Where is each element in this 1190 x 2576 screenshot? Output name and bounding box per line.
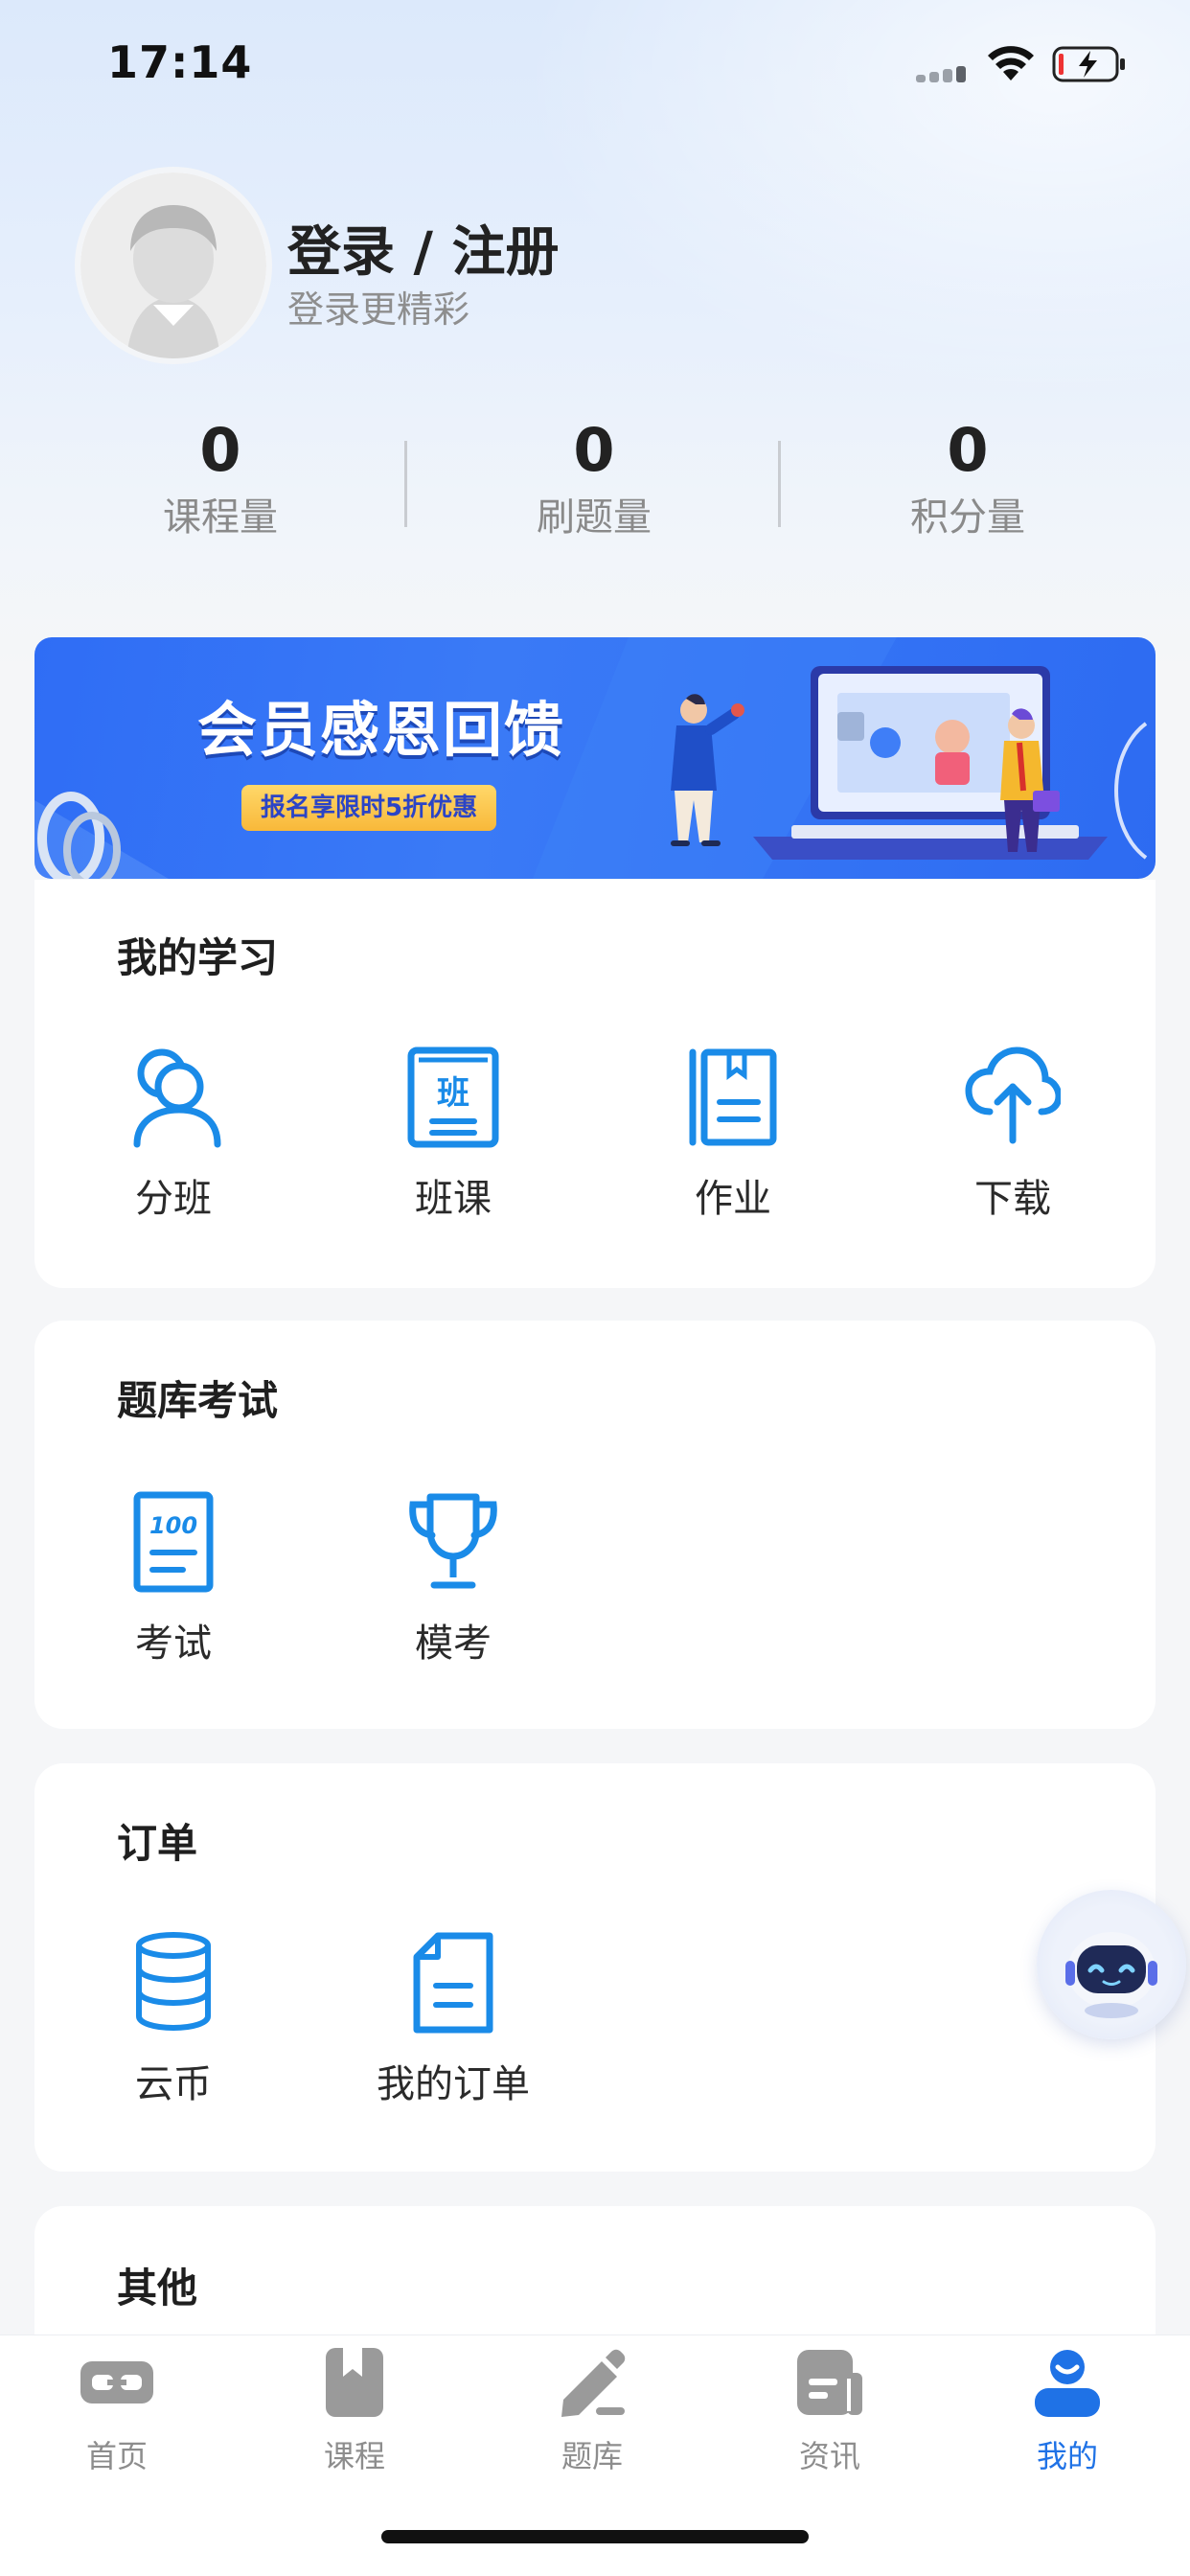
grid-item-kaoshi[interactable]: 100 考试 bbox=[78, 1489, 269, 1668]
wifi-icon bbox=[988, 46, 1034, 80]
home-link-icon bbox=[80, 2361, 153, 2404]
bookmark-icon bbox=[326, 2348, 383, 2417]
grid-item-banke[interactable]: 班 班课 bbox=[357, 1045, 549, 1223]
tab-label: 我的 bbox=[1036, 2438, 1098, 2474]
exam-paper-icon: 100 bbox=[133, 1491, 214, 1593]
grid-item-xiazai[interactable]: 下载 bbox=[917, 1045, 1109, 1223]
exam-card: 题库考试 100 考试 模考 bbox=[34, 1321, 1156, 1729]
coin-stack-icon bbox=[136, 1932, 211, 2032]
class-book-icon: 班 bbox=[407, 1046, 499, 1148]
cloud-upload-icon bbox=[965, 1046, 1061, 1144]
stat-value: 0 bbox=[199, 415, 241, 485]
login-subtitle: 登录更精彩 bbox=[287, 288, 470, 331]
grid-item-zuoye[interactable]: 作业 bbox=[637, 1045, 829, 1223]
stat-divider bbox=[778, 441, 781, 527]
stat-label: 刷题量 bbox=[537, 495, 652, 540]
card-title: 其他 bbox=[117, 2265, 198, 2312]
login-register-link[interactable]: 登录 / 注册 bbox=[287, 209, 559, 287]
battery-charging-icon bbox=[1052, 46, 1125, 82]
promo-banner[interactable]: 会员感恩回馈 报名享限时5折优惠 bbox=[34, 637, 1156, 879]
grid-item-fenban[interactable]: 分班 bbox=[78, 1045, 269, 1223]
avatar[interactable] bbox=[75, 167, 272, 364]
stat-questions[interactable]: 0 刷题量 bbox=[469, 414, 719, 544]
status-bar: 17:14 bbox=[0, 0, 1190, 129]
grid-item-label: 班课 bbox=[415, 1177, 492, 1221]
grid-item-mokao[interactable]: 模考 bbox=[357, 1489, 549, 1668]
tab-label: 课程 bbox=[323, 2438, 385, 2474]
grid-item-label: 模考 bbox=[415, 1622, 492, 1666]
grid-item-label: 作业 bbox=[695, 1177, 771, 1221]
card-title: 我的学习 bbox=[117, 934, 279, 981]
assistant-robot-button[interactable] bbox=[1037, 1890, 1186, 2039]
robot-icon bbox=[1065, 1932, 1157, 2018]
grid-item-label: 下载 bbox=[974, 1177, 1051, 1221]
stat-label: 课程量 bbox=[163, 495, 278, 540]
stat-label: 积分量 bbox=[910, 495, 1025, 540]
tab-courses[interactable]: 课程 bbox=[278, 2338, 431, 2476]
grid-item-my-orders[interactable]: 我的订单 bbox=[357, 1930, 549, 2108]
card-title: 订单 bbox=[117, 1820, 198, 1867]
default-avatar-icon bbox=[80, 172, 266, 358]
card-title: 题库考试 bbox=[117, 1377, 279, 1424]
grid-item-label: 我的订单 bbox=[377, 2062, 530, 2106]
grid-item-label: 分班 bbox=[135, 1177, 212, 1221]
home-indicator bbox=[381, 2530, 809, 2543]
tab-home[interactable]: 首页 bbox=[40, 2338, 194, 2476]
tab-label: 首页 bbox=[85, 2438, 148, 2474]
pencil-icon bbox=[561, 2349, 626, 2417]
svg-text:班: 班 bbox=[437, 1074, 469, 1113]
svg-text:100: 100 bbox=[149, 1512, 197, 1539]
status-time: 17:14 bbox=[107, 36, 253, 88]
tab-label: 题库 bbox=[561, 2438, 623, 2474]
tab-label: 资讯 bbox=[798, 2438, 860, 2474]
signal-icon bbox=[916, 63, 970, 82]
tab-question-bank[interactable]: 题库 bbox=[515, 2338, 669, 2476]
homework-icon bbox=[689, 1048, 777, 1146]
stat-divider bbox=[404, 441, 407, 527]
my-study-card: 我的学习 分班 班 班课 作业 下载 bbox=[34, 880, 1156, 1288]
news-icon bbox=[797, 2350, 862, 2415]
banner-title: 会员感恩回馈 bbox=[197, 695, 566, 765]
stat-value: 0 bbox=[573, 415, 615, 485]
tab-news[interactable]: 资讯 bbox=[753, 2338, 906, 2476]
stat-points[interactable]: 0 积分量 bbox=[843, 414, 1092, 544]
user-icon bbox=[1035, 2350, 1100, 2417]
grid-item-label: 云币 bbox=[135, 2062, 212, 2106]
stat-value: 0 bbox=[947, 415, 989, 485]
grid-item-yunbi[interactable]: 云币 bbox=[78, 1930, 269, 2108]
grid-item-label: 考试 bbox=[135, 1622, 212, 1666]
tab-mine[interactable]: 我的 bbox=[991, 2338, 1144, 2476]
trophy-icon bbox=[409, 1493, 497, 1589]
order-document-icon bbox=[413, 1932, 493, 2034]
banner-tag: 报名享限时5折优惠 bbox=[241, 785, 497, 831]
stat-courses[interactable]: 0 课程量 bbox=[96, 414, 345, 544]
orders-card: 订单 云币 我的订单 bbox=[34, 1763, 1156, 2172]
users-icon bbox=[133, 1048, 221, 1148]
